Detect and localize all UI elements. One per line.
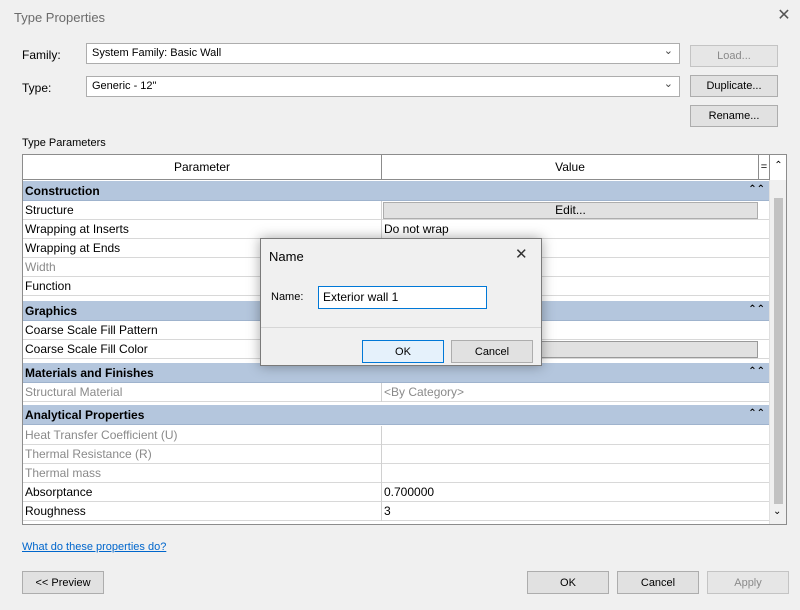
- category-label: Materials and Finishes: [25, 366, 154, 380]
- param-name: Width: [25, 260, 56, 274]
- param-name: Thermal mass: [25, 466, 102, 480]
- structure-edit-button[interactable]: Edit...: [383, 202, 758, 219]
- table-row[interactable]: Structural Material <By Category>: [23, 383, 769, 402]
- family-label: Family:: [22, 48, 61, 62]
- table-row[interactable]: Roughness 3: [23, 502, 769, 521]
- type-dropdown[interactable]: Generic - 12" ⌄: [86, 76, 680, 97]
- param-value[interactable]: 3: [384, 504, 391, 518]
- table-row[interactable]: Wrapping at Inserts Do not wrap: [23, 220, 769, 239]
- column-header-equals[interactable]: =: [759, 155, 770, 180]
- scroll-up-icon[interactable]: ⌃: [770, 155, 786, 180]
- scroll-down-icon[interactable]: ⌄: [773, 506, 781, 517]
- table-row[interactable]: Thermal Resistance (R): [23, 445, 769, 464]
- chevron-down-icon: ⌄: [663, 45, 673, 57]
- param-name: Coarse Scale Fill Color: [25, 342, 148, 356]
- collapse-icon[interactable]: ⌃⌃: [748, 362, 765, 382]
- param-name: Absorptance: [25, 485, 93, 499]
- param-name: Coarse Scale Fill Pattern: [25, 323, 158, 337]
- family-dropdown[interactable]: System Family: Basic Wall ⌄: [86, 43, 680, 64]
- column-header-parameter[interactable]: Parameter: [23, 155, 382, 180]
- rename-button[interactable]: Rename...: [690, 105, 778, 127]
- param-name: Wrapping at Inserts: [25, 222, 129, 236]
- collapse-icon[interactable]: ⌃⌃: [748, 404, 765, 424]
- category-label: Graphics: [25, 304, 78, 318]
- dialog-ok-button[interactable]: OK: [362, 340, 444, 363]
- param-name: Thermal Resistance (R): [25, 447, 152, 461]
- type-label: Type:: [22, 81, 52, 95]
- vertical-scrollbar[interactable]: ⌄: [769, 180, 786, 524]
- type-parameters-label: Type Parameters: [22, 137, 106, 149]
- table-row[interactable]: Structure Edit...: [23, 201, 769, 220]
- param-value[interactable]: 0.700000: [384, 485, 434, 499]
- type-value: Generic - 12": [92, 80, 157, 92]
- param-name: Wrapping at Ends: [25, 241, 121, 255]
- collapse-icon[interactable]: ⌃⌃: [748, 180, 765, 200]
- dialog-cancel-button[interactable]: Cancel: [451, 340, 533, 363]
- dialog-title: Name: [269, 249, 304, 264]
- param-name: Roughness: [25, 504, 86, 518]
- param-name: Structural Material: [25, 385, 123, 399]
- dialog-separator: [261, 327, 541, 328]
- category-materials[interactable]: Materials and Finishes ⌃⌃: [23, 363, 769, 383]
- param-value[interactable]: Do not wrap: [384, 222, 449, 236]
- collapse-icon[interactable]: ⌃⌃: [748, 300, 765, 320]
- apply-button[interactable]: Apply: [707, 571, 789, 594]
- preview-button[interactable]: << Preview: [22, 571, 104, 594]
- category-construction[interactable]: Construction ⌃⌃: [23, 181, 769, 201]
- family-value: System Family: Basic Wall: [92, 47, 222, 59]
- help-link[interactable]: What do these properties do?: [22, 541, 166, 553]
- column-header-value[interactable]: Value: [382, 155, 759, 180]
- ok-button[interactable]: OK: [527, 571, 609, 594]
- category-analytical[interactable]: Analytical Properties ⌃⌃: [23, 405, 769, 425]
- name-label: Name:: [271, 291, 304, 303]
- window-title: Type Properties: [14, 10, 106, 25]
- param-value[interactable]: <By Category>: [384, 385, 464, 399]
- param-name: Structure: [25, 203, 74, 217]
- param-name: Function: [25, 279, 72, 293]
- chevron-down-icon: ⌄: [663, 78, 673, 90]
- table-row[interactable]: Thermal mass: [23, 464, 769, 483]
- name-dialog: Name ✕ Name: Exterior wall 1 OK Cancel: [260, 238, 542, 366]
- param-name: Heat Transfer Coefficient (U): [25, 428, 178, 442]
- table-row[interactable]: Absorptance 0.700000: [23, 483, 769, 502]
- close-icon[interactable]: ✕: [515, 245, 528, 263]
- close-icon[interactable]: ✕: [774, 6, 794, 26]
- scrollbar-thumb[interactable]: [774, 198, 783, 504]
- cancel-button[interactable]: Cancel: [617, 571, 699, 594]
- category-label: Analytical Properties: [25, 408, 145, 422]
- category-label: Construction: [25, 184, 100, 198]
- duplicate-button[interactable]: Duplicate...: [690, 75, 778, 97]
- table-row[interactable]: Heat Transfer Coefficient (U): [23, 426, 769, 445]
- name-input[interactable]: Exterior wall 1: [318, 286, 487, 309]
- load-button[interactable]: Load...: [690, 45, 778, 67]
